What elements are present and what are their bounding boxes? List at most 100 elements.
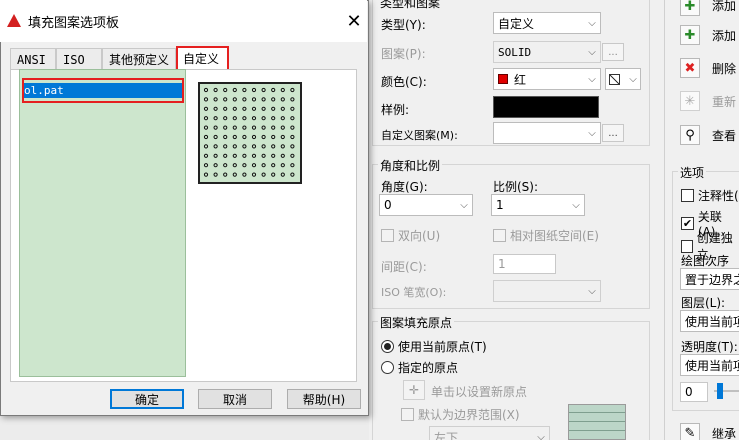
pattern-mark	[203, 106, 209, 111]
transparency-dropdown[interactable]: 使用当前项	[680, 354, 739, 376]
annotative-row[interactable]: 注释性(	[681, 187, 739, 204]
use-current-origin-label: 使用当前原点(T)	[398, 340, 487, 354]
pattern-mark	[242, 97, 247, 102]
specified-origin-row[interactable]: 指定的原点	[381, 359, 458, 376]
add-pick-points-label[interactable]: 添加	[712, 0, 736, 14]
pattern-browse-button[interactable]: ...	[602, 43, 624, 61]
pattern-mark	[242, 144, 247, 149]
tab-ansi[interactable]: ANSI	[10, 48, 56, 70]
pattern-mark	[251, 144, 257, 149]
pattern-mark	[213, 153, 218, 158]
pattern-mark	[242, 172, 247, 177]
add-pick-points-icon[interactable]: ✚	[680, 0, 700, 16]
type-dropdown[interactable]: 自定义 ⌵	[493, 12, 601, 34]
use-current-origin-row[interactable]: 使用当前原点(T)	[381, 338, 487, 355]
pattern-mark	[242, 153, 247, 158]
type-pattern-group-title: 类型和图案	[378, 0, 443, 11]
pattern-label: 图案(P):	[381, 47, 426, 61]
pattern-mark	[290, 106, 295, 111]
pattern-preview-icon	[203, 87, 295, 177]
inherit-properties-icon[interactable]: ✎	[680, 423, 700, 440]
double-checkbox[interactable]	[381, 229, 394, 242]
recreate-boundary-label[interactable]: 重新	[712, 93, 736, 110]
pattern-mark	[223, 134, 228, 140]
background-color-dropdown[interactable]: ⌵	[605, 68, 641, 90]
view-selections-icon[interactable]: ⚲	[680, 125, 700, 145]
pattern-mark	[261, 125, 266, 130]
custom-pattern-dropdown[interactable]: ⌵	[493, 122, 601, 144]
sample-preview[interactable]	[493, 96, 599, 118]
recreate-boundary-icon[interactable]: ✳	[680, 91, 700, 111]
ok-button[interactable]: 确定	[110, 389, 184, 409]
pattern-mark	[223, 172, 228, 177]
create-separate-checkbox[interactable]	[681, 239, 693, 253]
pattern-mark	[232, 125, 237, 130]
pick-origin-icon[interactable]: ✛	[403, 380, 425, 400]
pattern-mark	[242, 116, 247, 121]
pattern-mark	[232, 144, 237, 149]
pattern-mark	[242, 125, 247, 130]
pattern-mark	[223, 97, 228, 102]
file-selection-highlight	[22, 78, 184, 103]
chevron-down-icon: ⌵	[629, 73, 637, 85]
pattern-mark	[290, 97, 295, 102]
default-boundary-label: 默认为边界范围(X)	[418, 408, 520, 422]
pattern-mark	[280, 153, 285, 158]
pattern-mark	[223, 125, 228, 130]
default-boundary-checkbox[interactable]	[401, 408, 414, 421]
pattern-mark	[290, 125, 295, 130]
pattern-mark	[290, 172, 295, 177]
close-icon[interactable]: ✕	[344, 10, 364, 32]
tab-iso[interactable]: ISO	[56, 48, 102, 70]
hatch-origin-group-title: 图案填充原点	[378, 314, 455, 331]
pattern-mark	[232, 153, 237, 158]
relative-checkbox-row[interactable]: 相对图纸空间(E)	[493, 227, 599, 244]
pattern-mark	[251, 97, 257, 102]
annotative-checkbox[interactable]	[681, 189, 694, 202]
spacing-input[interactable]: 1	[493, 254, 556, 274]
color-dropdown[interactable]: 红 ⌵	[493, 68, 601, 90]
draw-order-dropdown[interactable]: 置于边界之	[680, 268, 739, 290]
tab-other-predefined[interactable]: 其他预定义	[102, 48, 176, 70]
help-button[interactable]: 帮助(H)	[287, 389, 361, 409]
pattern-mark	[261, 134, 266, 140]
inherit-properties-label[interactable]: 继承	[712, 425, 736, 440]
pattern-mark	[203, 125, 209, 130]
default-boundary-row[interactable]: 默认为边界范围(X)	[401, 406, 520, 423]
pattern-mark	[213, 163, 218, 168]
origin-position-dropdown[interactable]: 左下 ⌵	[429, 426, 550, 440]
remove-boundaries-label[interactable]: 删除	[712, 60, 736, 77]
pattern-mark	[261, 153, 266, 158]
view-selections-label[interactable]: 查看	[712, 127, 736, 144]
angle-dropdown[interactable]: 0 ⌵	[379, 194, 473, 216]
pattern-mark	[213, 116, 218, 121]
pattern-mark	[223, 87, 228, 93]
layer-dropdown[interactable]: 使用当前项	[680, 310, 739, 332]
transparency-slider-handle[interactable]	[717, 383, 723, 399]
pattern-mark	[242, 87, 247, 93]
pattern-dropdown[interactable]: SOLID ⌵	[493, 41, 601, 63]
specified-origin-radio[interactable]	[381, 361, 394, 374]
scale-dropdown[interactable]: 1 ⌵	[491, 194, 585, 216]
draw-order-value: 置于边界之	[685, 272, 739, 287]
chevron-down-icon: ⌵	[572, 199, 580, 211]
pattern-mark	[223, 163, 228, 168]
add-select-objects-label[interactable]: 添加	[712, 27, 736, 44]
double-checkbox-row[interactable]: 双向(U)	[381, 227, 440, 244]
transparency-input[interactable]: 0	[680, 382, 708, 402]
transparency-number: 0	[685, 385, 693, 399]
type-label: 类型(Y):	[381, 18, 426, 32]
pattern-mark	[251, 134, 257, 140]
pattern-mark	[232, 172, 237, 177]
add-select-objects-icon[interactable]: ✚	[680, 25, 700, 45]
custom-pattern-browse-button[interactable]: ...	[602, 124, 624, 142]
iso-pen-width-dropdown[interactable]: ⌵	[493, 280, 601, 302]
pattern-mark	[232, 87, 237, 93]
pattern-mark	[261, 97, 266, 102]
cancel-button[interactable]: 取消	[198, 389, 272, 409]
pattern-file-list[interactable]	[19, 69, 186, 377]
remove-boundaries-icon[interactable]: ✖	[680, 58, 700, 78]
relative-paper-space-checkbox[interactable]	[493, 229, 506, 242]
chevron-down-icon: ⌵	[588, 285, 596, 297]
use-current-origin-radio[interactable]	[381, 340, 394, 353]
